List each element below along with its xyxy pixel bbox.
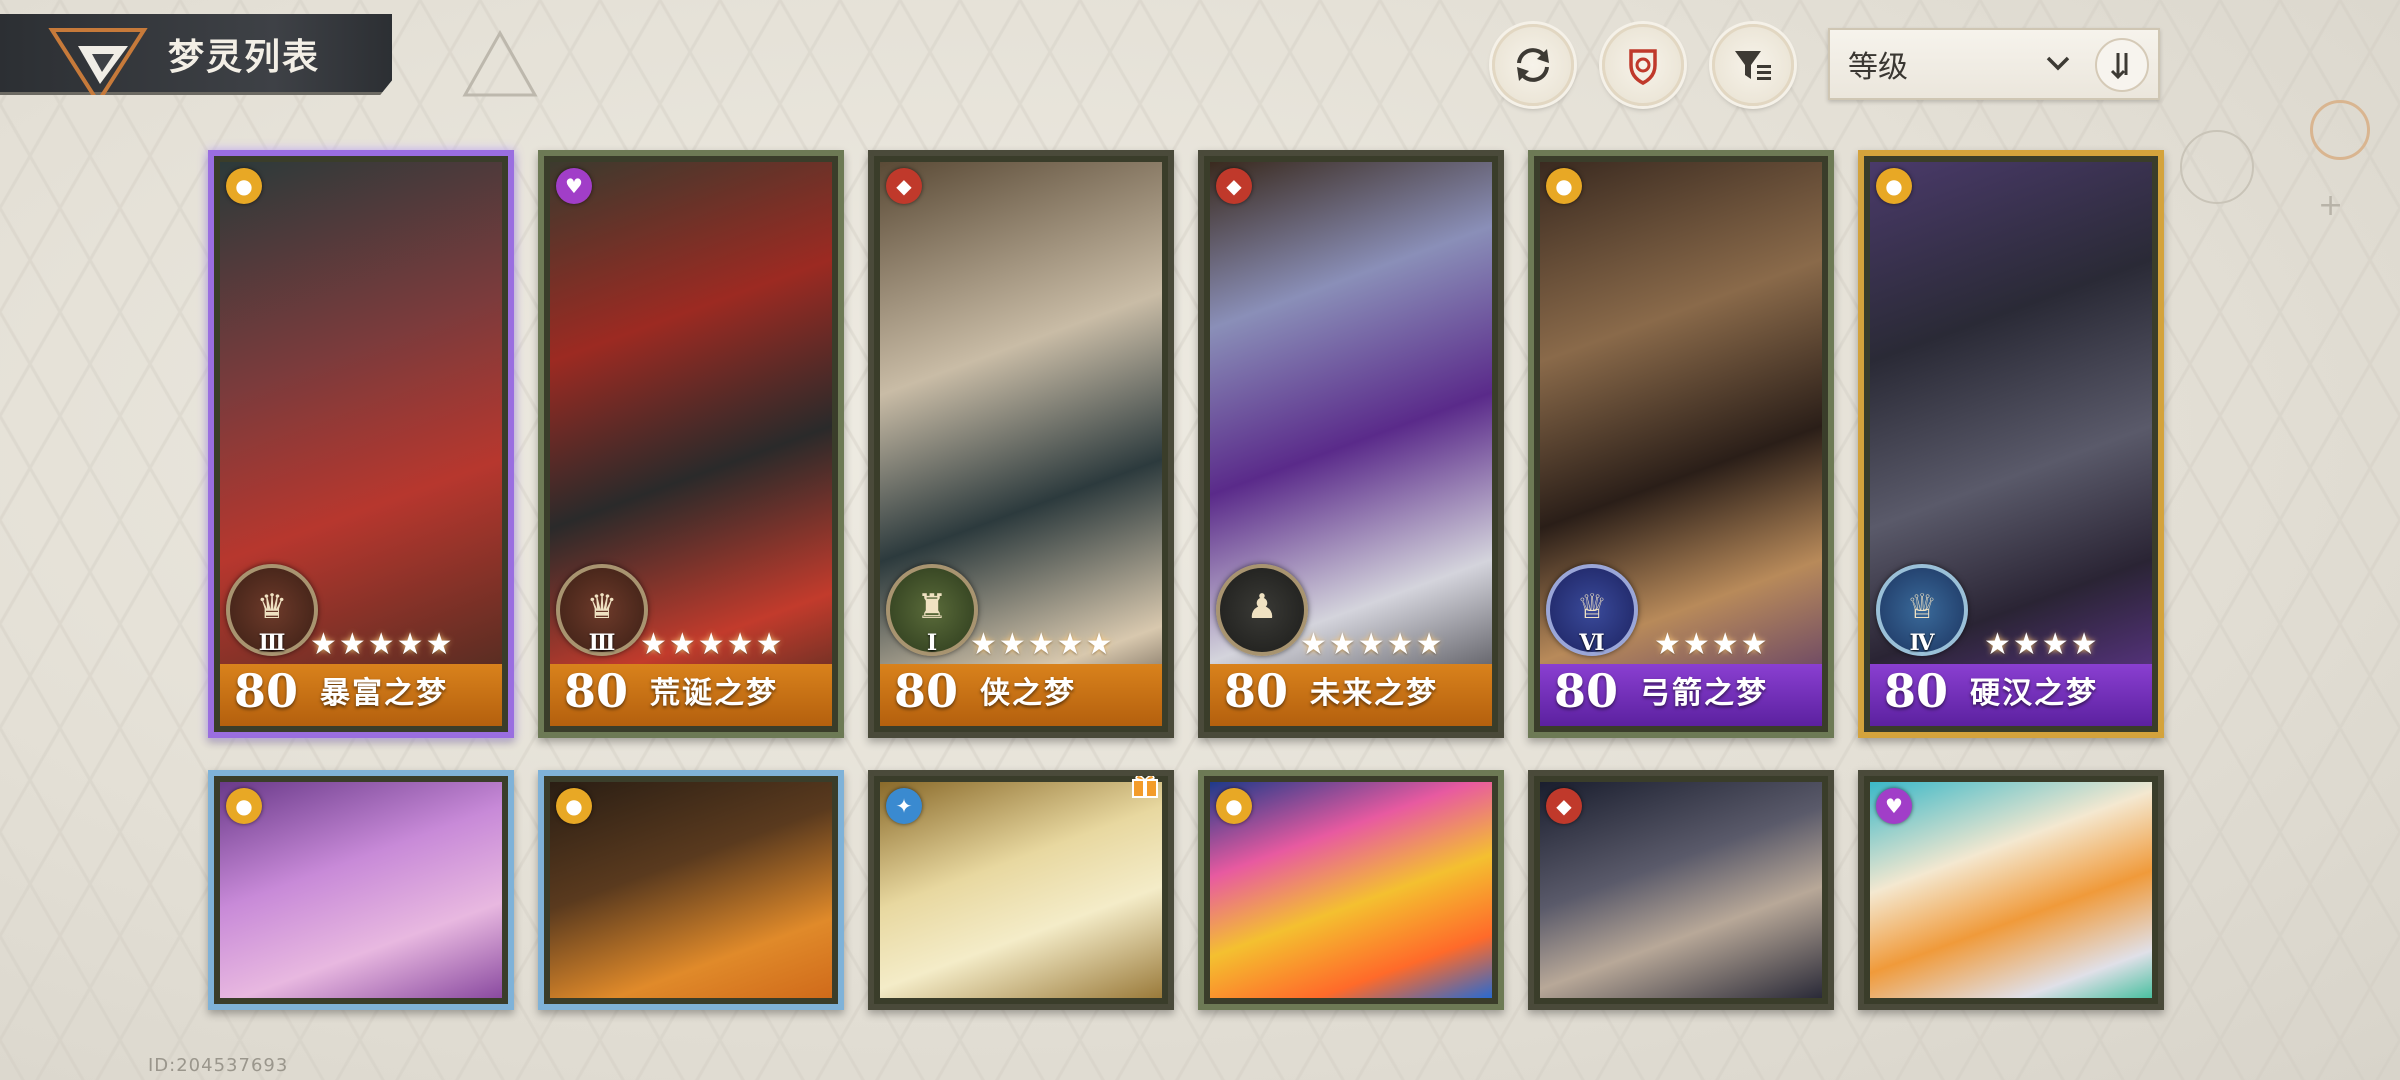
- character-portrait: [1540, 782, 1822, 998]
- card-footer: 80 暴富之梦: [220, 664, 502, 726]
- crown-icon: ♕: [1576, 587, 1608, 627]
- title-banner: 梦灵列表: [0, 14, 392, 95]
- element-icon: ●: [1876, 168, 1912, 204]
- rank-badge: ♛ Ⅲ: [226, 564, 318, 656]
- sort-order-button[interactable]: [2095, 38, 2149, 92]
- character-card[interactable]: ✦: [868, 770, 1174, 1010]
- character-card[interactable]: ●: [1198, 770, 1504, 1010]
- element-icon: ✦: [886, 788, 922, 824]
- character-portrait: [1210, 782, 1492, 998]
- star-rating: ★★★★★: [970, 627, 1115, 662]
- character-card[interactable]: ●: [538, 770, 844, 1010]
- rank-badge: ♛ Ⅲ: [556, 564, 648, 656]
- character-card[interactable]: ● ♛ Ⅲ ★★★★★ 80 暴富之梦: [208, 150, 514, 738]
- character-portrait: [220, 782, 502, 998]
- target-icon: [1629, 49, 1657, 85]
- element-icon: ◆: [1216, 168, 1252, 204]
- character-name: 暴富之梦: [320, 676, 448, 711]
- decorative-circle: [2180, 130, 2254, 204]
- rank-badge: ♟: [1216, 564, 1308, 656]
- character-card[interactable]: ●: [208, 770, 514, 1010]
- element-icon: ●: [1216, 788, 1252, 824]
- character-name: 荒诞之梦: [650, 676, 778, 711]
- page-title: 梦灵列表: [168, 36, 321, 78]
- element-icon: ●: [226, 168, 262, 204]
- rank-badge: ♕ Ⅳ: [1876, 564, 1968, 656]
- card-footer: 80 侠之梦: [880, 664, 1162, 726]
- character-card[interactable]: ◆ ♟ ★★★★★ 80 未来之梦: [1198, 150, 1504, 738]
- gift-icon: [1132, 776, 1158, 798]
- crown-icon: ♕: [1906, 587, 1938, 627]
- character-card[interactable]: ● ♕ Ⅵ ★★★★ 80 弓箭之梦: [1528, 150, 1834, 738]
- rook-icon: ♜: [916, 587, 948, 627]
- card-footer: 80 荒诞之梦: [550, 664, 832, 726]
- character-portrait: [1870, 782, 2152, 998]
- star-rating: ★★★★: [1984, 627, 2100, 662]
- star-rating: ★★★★★: [640, 627, 785, 662]
- decorative-triangle: [462, 29, 538, 97]
- card-footer: 80 未来之梦: [1210, 664, 1492, 726]
- element-icon: ♥: [556, 168, 592, 204]
- decorative-circle: [2310, 100, 2370, 160]
- crown-icon: ♛: [586, 587, 618, 627]
- character-name: 弓箭之梦: [1640, 676, 1768, 711]
- character-portrait: [550, 782, 832, 998]
- element-icon: ♥: [1876, 788, 1912, 824]
- star-rating: ★★★★: [1654, 627, 1770, 662]
- sort-label: 等级: [1848, 50, 1908, 85]
- element-filter-button[interactable]: [1602, 24, 1684, 106]
- filter-button[interactable]: [1712, 24, 1794, 106]
- filter-icon: [1735, 51, 1771, 80]
- crown-icon: ♛: [256, 587, 288, 627]
- rank-badge: ♜ Ⅰ: [886, 564, 978, 656]
- character-name: 未来之梦: [1310, 676, 1438, 711]
- character-level: 80: [1554, 664, 1619, 718]
- card-footer: 80 弓箭之梦: [1540, 664, 1822, 726]
- pawn-icon: ♟: [1246, 587, 1278, 627]
- refresh-icon: [1517, 48, 1549, 82]
- character-card[interactable]: ◆ ♜ Ⅰ ★★★★★ 80 侠之梦: [868, 150, 1174, 738]
- character-portrait: [880, 782, 1162, 998]
- star-rating: ★★★★★: [310, 627, 455, 662]
- element-icon: ◆: [886, 168, 922, 204]
- sort-order-icon: [2110, 53, 2128, 80]
- star-rating: ★★★★★: [1300, 627, 1445, 662]
- element-icon: ●: [1546, 168, 1582, 204]
- character-level: 80: [234, 664, 299, 718]
- element-icon: ●: [556, 788, 592, 824]
- character-card[interactable]: ♥ ♛ Ⅲ ★★★★★ 80 荒诞之梦: [538, 150, 844, 738]
- card-footer: 80 硬汉之梦: [1870, 664, 2152, 726]
- character-level: 80: [564, 664, 629, 718]
- character-level: 80: [1224, 664, 1289, 718]
- character-level: 80: [1884, 664, 1949, 718]
- character-card[interactable]: ● ♕ Ⅳ ★★★★ 80 硬汉之梦: [1858, 150, 2164, 738]
- character-level: 80: [894, 664, 959, 718]
- refresh-button[interactable]: [1492, 24, 1574, 106]
- dream-logo-icon: [48, 28, 148, 95]
- rank-badge: ♕ Ⅵ: [1546, 564, 1638, 656]
- sort-dropdown[interactable]: 等级: [1828, 28, 2160, 100]
- chevron-down-icon: [2046, 56, 2070, 71]
- character-name: 硬汉之梦: [1970, 676, 2098, 711]
- decorative-plus: +: [2318, 188, 2344, 223]
- element-icon: ◆: [1546, 788, 1582, 824]
- player-id: ID:204537693: [148, 1055, 289, 1076]
- character-card[interactable]: ♥: [1858, 770, 2164, 1010]
- character-name: 侠之梦: [980, 676, 1076, 711]
- character-card[interactable]: ◆: [1528, 770, 1834, 1010]
- element-icon: ●: [226, 788, 262, 824]
